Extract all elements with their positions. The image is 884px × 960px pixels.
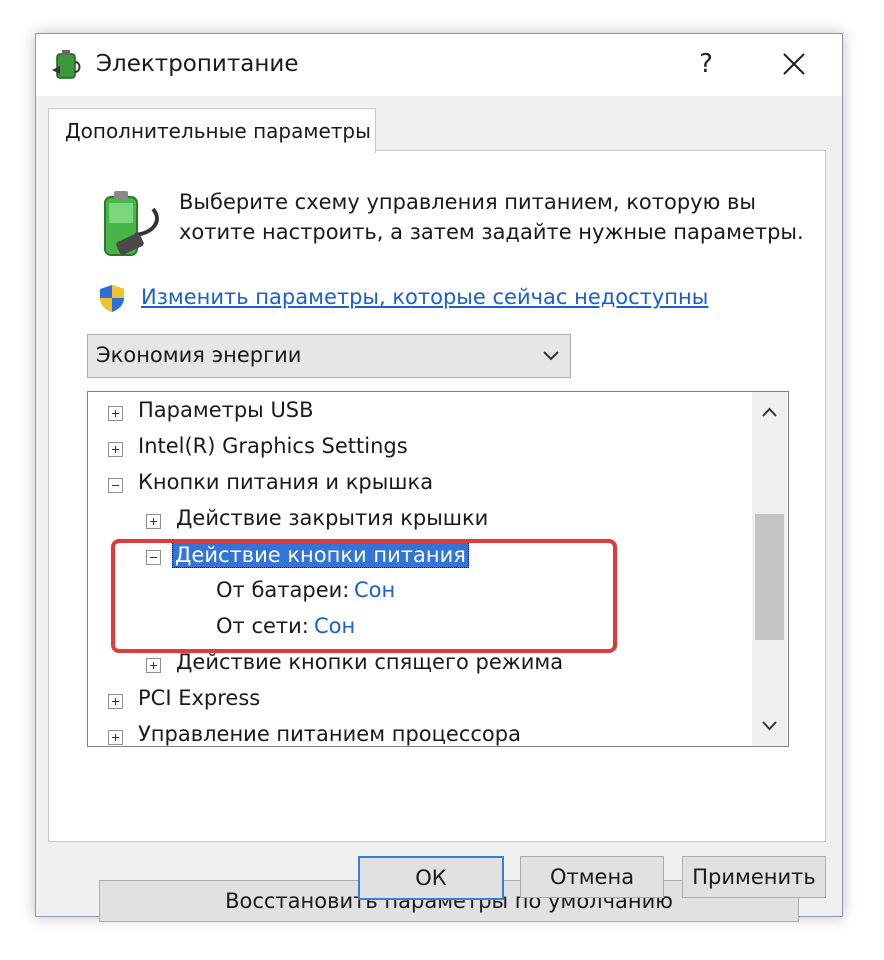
chevron-down-icon[interactable] [752, 706, 787, 746]
help-button[interactable]: ? [688, 44, 724, 84]
on-battery-label: От батареи: [216, 578, 350, 602]
collapse-icon[interactable] [146, 550, 161, 565]
chevron-up-icon[interactable] [752, 392, 787, 432]
window-title: Электропитание [96, 51, 299, 77]
tree-item-label: PCI Express [138, 686, 261, 710]
instructions-text: Выберите схему управления питанием, кото… [179, 190, 804, 244]
change-unavailable-settings-link[interactable]: Изменить параметры, которые сейчас недос… [141, 285, 708, 309]
tree-item-label: Действие закрытия крышки [176, 506, 489, 530]
scrollbar-thumb[interactable] [755, 514, 784, 640]
vertical-scrollbar[interactable] [752, 392, 787, 746]
on-battery-value[interactable]: Сон [354, 578, 395, 602]
cancel-button[interactable]: Отмена [520, 856, 664, 898]
expand-icon[interactable] [108, 730, 123, 745]
expand-icon[interactable] [108, 442, 123, 457]
tree-item-label: Intel(R) Graphics Settings [138, 434, 408, 458]
power-plan-value: Экономия энергии [96, 343, 302, 367]
expand-icon[interactable] [146, 658, 161, 673]
uac-shield-icon [100, 285, 124, 312]
close-icon[interactable] [771, 44, 817, 84]
settings-tree[interactable]: Параметры USB Intel(R) Graphics Settings… [87, 391, 789, 747]
tree-item-label: Параметры USB [138, 398, 314, 422]
tree-item-label: Кнопки питания и крышка [138, 470, 434, 494]
power-options-icon [52, 50, 81, 79]
power-plan-select[interactable]: Экономия энергии [87, 334, 571, 378]
power-options-dialog: Электропитание ? Дополнительные параметр… [35, 33, 843, 922]
title-bar: Электропитание ? [36, 34, 842, 96]
battery-plug-icon [104, 191, 159, 256]
tab-advanced-settings[interactable]: Дополнительные параметры [48, 108, 376, 153]
apply-button[interactable]: Применить [682, 856, 826, 898]
collapse-icon[interactable] [108, 478, 123, 493]
tree-item-label: Управление питанием процессора [138, 722, 521, 746]
expand-icon[interactable] [108, 694, 123, 709]
plugged-in-value[interactable]: Сон [314, 614, 355, 638]
chevron-down-icon [543, 351, 559, 361]
plugged-in-label: От сети: [216, 614, 309, 638]
tree-item-label: Действие кнопки спящего режима [176, 650, 564, 674]
tab-label: Дополнительные параметры [65, 119, 371, 143]
ok-button[interactable]: ОК [358, 856, 504, 900]
expand-icon[interactable] [146, 514, 161, 529]
selected-tree-item-label: Действие кнопки питания [172, 542, 469, 568]
settings-panel: Выберите схему управления питанием, кото… [48, 150, 826, 922]
expand-icon[interactable] [108, 406, 123, 421]
